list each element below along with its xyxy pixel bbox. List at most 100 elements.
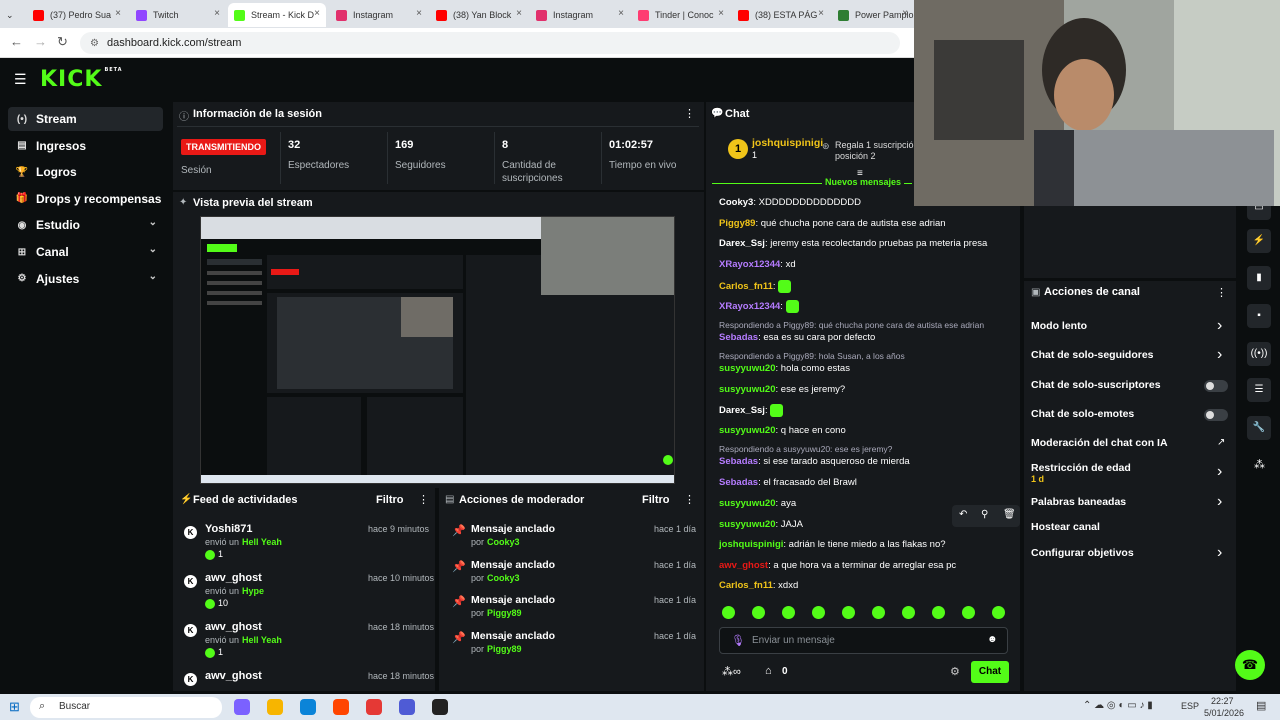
mod-action-user[interactable]: Piggy89 bbox=[487, 608, 522, 618]
chevron-right-icon[interactable]: › bbox=[1217, 493, 1222, 511]
feed-username[interactable]: awv_ghost bbox=[205, 572, 262, 584]
reply-icon[interactable]: ↶ bbox=[959, 509, 967, 520]
chevron-right-icon[interactable]: › bbox=[1217, 346, 1222, 364]
emote-shortcut-icon[interactable] bbox=[722, 606, 735, 619]
emote-shortcut-icon[interactable] bbox=[752, 606, 765, 619]
channel-action-item[interactable]: Configurar objetivos bbox=[1031, 547, 1134, 559]
rail-wrench-icon[interactable]: 🔧 bbox=[1247, 416, 1271, 440]
tab-close-icon[interactable]: × bbox=[314, 8, 320, 19]
moderator-filter-button[interactable]: Filtro bbox=[642, 494, 670, 506]
browser-tab[interactable]: Instagram × bbox=[530, 3, 630, 27]
channel-action-item[interactable]: Restricción de edad bbox=[1031, 462, 1131, 474]
external-link-icon[interactable]: ↗ bbox=[1217, 437, 1225, 448]
channel-action-item[interactable]: Chat de solo-emotes bbox=[1031, 408, 1134, 420]
chat-username[interactable]: Carlos_fn11 bbox=[719, 281, 773, 292]
browser-tab[interactable]: Stream - Kick D × bbox=[228, 3, 326, 27]
chat-username[interactable]: Sebadas bbox=[719, 332, 758, 343]
taskbar-app-icon[interactable] bbox=[399, 699, 415, 715]
reload-icon[interactable]: ↻ bbox=[57, 34, 68, 50]
rail-chat-icon[interactable]: ▪ bbox=[1247, 304, 1271, 328]
channel-action-item[interactable]: Hostear canal bbox=[1031, 521, 1100, 533]
chat-settings-icon[interactable]: ⚙ bbox=[950, 665, 960, 678]
send-chat-button[interactable]: Chat bbox=[971, 661, 1009, 683]
chat-username[interactable]: Cooky3 bbox=[719, 197, 753, 208]
emote-shortcut-icon[interactable] bbox=[962, 606, 975, 619]
tab-list-button[interactable]: ⌄ bbox=[0, 3, 22, 27]
browser-tab[interactable]: (38) Yan Block × bbox=[430, 3, 528, 27]
pin-icon[interactable]: ⚲ bbox=[981, 509, 988, 520]
taskbar-app-icon[interactable] bbox=[333, 699, 349, 715]
channel-action-item[interactable]: Palabras baneadas bbox=[1031, 496, 1126, 508]
url-field[interactable]: ⚙ dashboard.kick.com/stream bbox=[80, 32, 900, 54]
stream-preview-video[interactable] bbox=[200, 216, 675, 484]
toggle-switch[interactable] bbox=[1204, 409, 1228, 421]
rail-mod-icon[interactable]: ☰ bbox=[1247, 378, 1271, 402]
tab-close-icon[interactable]: × bbox=[214, 8, 220, 19]
browser-tab[interactable]: Instagram × bbox=[330, 3, 428, 27]
chat-username[interactable]: Sebadas bbox=[719, 456, 758, 467]
browser-tab[interactable]: (37) Pedro Sua × bbox=[27, 3, 127, 27]
feed-username[interactable]: Yoshi871 bbox=[205, 523, 253, 535]
emote-shortcut-icon[interactable] bbox=[872, 606, 885, 619]
taskbar-time[interactable]: 22:27 bbox=[1211, 696, 1234, 706]
emoji-picker-icon[interactable]: ☻ bbox=[987, 634, 998, 645]
hamburger-menu-icon[interactable]: ☰ bbox=[14, 71, 27, 88]
tab-close-icon[interactable]: × bbox=[115, 8, 121, 19]
sidebar-item-estudio[interactable]: ◉ Estudio ⌄ bbox=[8, 213, 163, 237]
rail-more-icon[interactable]: ⁂ bbox=[1254, 458, 1265, 471]
chat-username[interactable]: Darex_Ssj bbox=[719, 405, 765, 416]
tab-close-icon[interactable]: × bbox=[902, 8, 908, 19]
channel-actions-menu-icon[interactable]: ⋮ bbox=[1216, 286, 1227, 299]
sidebar-item-ajustes[interactable]: ⚙ Ajustes ⌄ bbox=[8, 267, 163, 291]
browser-tab[interactable]: (38) ESTA PÁG × bbox=[732, 3, 830, 27]
chat-username[interactable]: Darex_Ssj bbox=[719, 238, 765, 249]
taskbar-app-icon[interactable] bbox=[366, 699, 382, 715]
taskbar-app-icon[interactable] bbox=[234, 699, 250, 715]
activity-filter-button[interactable]: Filtro bbox=[376, 494, 404, 506]
forward-icon[interactable]: → bbox=[34, 34, 47, 49]
tab-close-icon[interactable]: × bbox=[516, 8, 522, 19]
chat-username[interactable]: Piggy89 bbox=[719, 218, 755, 229]
windows-start-icon[interactable]: ⊞ bbox=[9, 699, 20, 715]
delete-icon[interactable]: 🗑 bbox=[1003, 509, 1016, 520]
sidebar-item-drops[interactable]: 🎁 Drops y recompensas bbox=[8, 187, 163, 211]
mod-action-user[interactable]: Cooky3 bbox=[487, 573, 520, 583]
system-tray-icons[interactable]: ⌃ ☁ ◎ ◐ ▭ ♪ ▮ bbox=[1083, 700, 1153, 711]
feed-username[interactable]: awv_ghost bbox=[205, 621, 262, 633]
session-menu-icon[interactable]: ⋮ bbox=[684, 107, 695, 120]
chevron-right-icon[interactable]: › bbox=[1217, 463, 1222, 481]
chat-username[interactable]: XRayox12344 bbox=[719, 301, 780, 312]
emote-shortcut-icon[interactable] bbox=[812, 606, 825, 619]
keyboard-language[interactable]: ESP bbox=[1181, 701, 1199, 711]
channel-action-item[interactable]: Chat de solo-suscriptores bbox=[1031, 379, 1161, 391]
toggle-switch[interactable] bbox=[1204, 380, 1228, 392]
tab-close-icon[interactable]: × bbox=[416, 8, 422, 19]
tab-close-icon[interactable]: × bbox=[618, 8, 624, 19]
activity-menu-icon[interactable]: ⋮ bbox=[418, 493, 429, 506]
chat-username[interactable]: Carlos_fn11 bbox=[719, 580, 773, 591]
tab-close-icon[interactable]: × bbox=[818, 8, 824, 19]
chevron-right-icon[interactable]: › bbox=[1217, 544, 1222, 562]
infinity-points-icon[interactable]: ⁂∞ bbox=[722, 665, 741, 678]
kick-logo[interactable]: KICK BETA bbox=[40, 67, 123, 92]
channel-action-item[interactable]: Modo lento bbox=[1031, 320, 1087, 332]
sidebar-item-logros[interactable]: 🏆 Logros bbox=[8, 160, 163, 184]
sidebar-item-stream[interactable]: (•) Stream bbox=[8, 107, 163, 131]
mod-action-user[interactable]: Cooky3 bbox=[487, 537, 520, 547]
chat-username[interactable]: awv_ghost bbox=[719, 560, 768, 571]
emote-shortcut-icon[interactable] bbox=[842, 606, 855, 619]
browser-tab[interactable]: Twitch × bbox=[130, 3, 226, 27]
microphone-icon[interactable]: 🎙 bbox=[731, 634, 745, 647]
pinned-username[interactable]: joshquispinigi bbox=[752, 137, 823, 149]
moderator-menu-icon[interactable]: ⋮ bbox=[684, 493, 695, 506]
rail-file-icon[interactable]: ▮ bbox=[1247, 266, 1271, 290]
emote-shortcut-icon[interactable] bbox=[992, 606, 1005, 619]
feed-username[interactable]: awv_ghost bbox=[205, 670, 262, 682]
emote-shortcut-icon[interactable] bbox=[932, 606, 945, 619]
channel-action-item[interactable]: Chat de solo-seguidores bbox=[1031, 349, 1154, 361]
taskbar-app-icon[interactable] bbox=[300, 699, 316, 715]
chat-username[interactable]: susyyuwu20 bbox=[719, 498, 776, 509]
browser-tab[interactable]: Power Pamplo × bbox=[832, 3, 914, 27]
mod-action-user[interactable]: Piggy89 bbox=[487, 644, 522, 654]
emote-shortcut-icon[interactable] bbox=[902, 606, 915, 619]
